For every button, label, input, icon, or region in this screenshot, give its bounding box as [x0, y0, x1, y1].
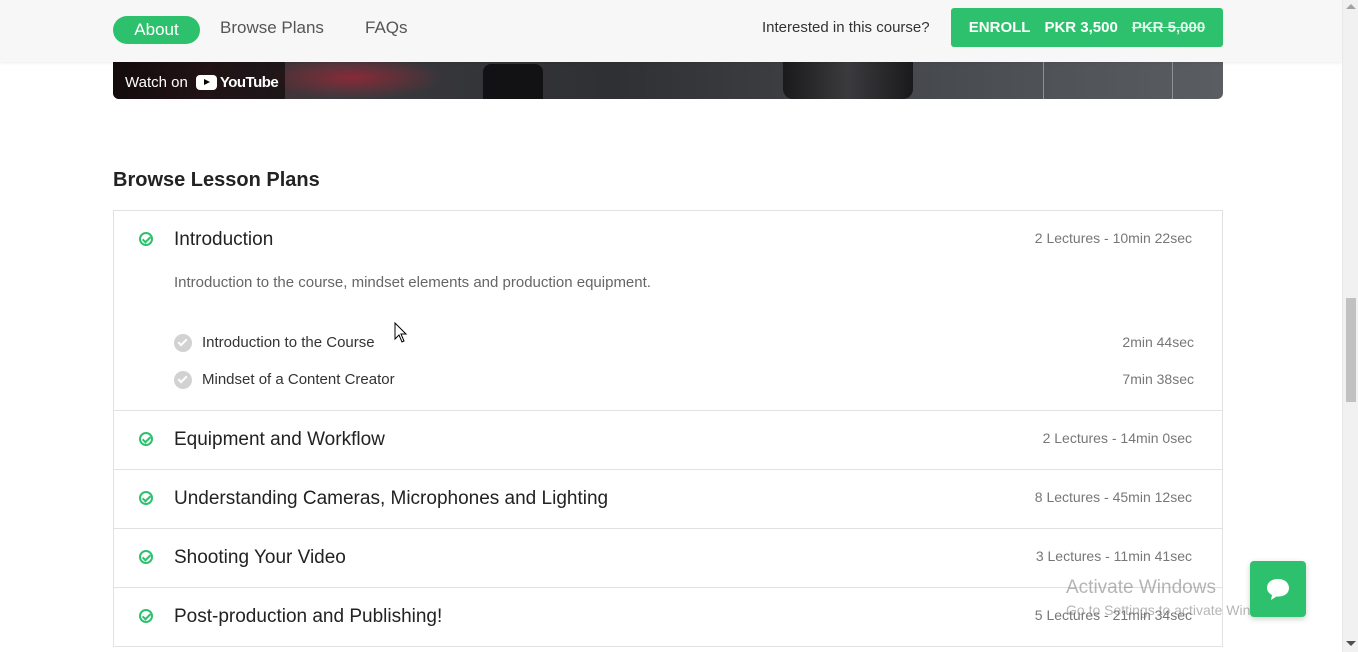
youtube-logo: YouTube: [195, 74, 279, 91]
nav-browse-plans-link[interactable]: Browse Plans: [220, 18, 324, 38]
scroll-down-arrow-icon[interactable]: [1346, 641, 1356, 646]
enroll-price: PKR 3,500: [1044, 19, 1118, 36]
lecture-item[interactable]: Mindset of a Content Creator 7min 38sec: [174, 370, 1194, 390]
lecture-check-icon: [174, 334, 192, 352]
lecture-title: Mindset of a Content Creator: [202, 371, 395, 388]
scrollbar-thumb[interactable]: [1346, 298, 1356, 402]
lesson-plan-title: Introduction: [174, 229, 274, 250]
page: Watch on YouTube About Browse Plans FAQs…: [0, 0, 1358, 652]
check-circle-icon: [139, 432, 153, 446]
chat-bubble-icon: [1267, 579, 1289, 600]
youtube-wordmark: YouTube: [219, 74, 279, 91]
lesson-plan-title: Equipment and Workflow: [174, 429, 385, 450]
lesson-plan-title: Post-production and Publishing!: [174, 606, 443, 627]
mouse-cursor-icon: [394, 322, 408, 343]
lecture-item[interactable]: Introduction to the Course 2min 44sec: [174, 333, 1194, 353]
enroll-button[interactable]: ENROLL PKR 3,500 PKR 5,000: [951, 8, 1223, 47]
lesson-plan-title: Understanding Cameras, Microphones and L…: [174, 488, 609, 509]
youtube-play-icon: [195, 75, 217, 90]
video-embed[interactable]: Watch on YouTube: [113, 56, 1223, 99]
check-circle-icon: [139, 550, 153, 564]
enroll-label: ENROLL: [968, 19, 1031, 36]
interested-label: Interested in this course?: [762, 19, 930, 36]
watch-on-youtube-button[interactable]: Watch on YouTube: [113, 56, 285, 99]
check-circle-icon: [139, 491, 153, 505]
nav-about-tab[interactable]: About: [113, 16, 200, 44]
vertical-scrollbar[interactable]: [1342, 0, 1358, 652]
video-frame-panel: [1043, 56, 1173, 99]
lesson-plan-meta: 3 Lectures - 11min 41sec: [1035, 548, 1192, 564]
lesson-plan-cameras[interactable]: Understanding Cameras, Microphones and L…: [114, 470, 1222, 529]
section-title: Browse Lesson Plans: [113, 169, 320, 191]
video-frame-lens: [783, 56, 913, 99]
lesson-plan-post-production[interactable]: Post-production and Publishing! 5 Lectur…: [114, 588, 1222, 647]
lecture-duration: 2min 44sec: [1122, 334, 1194, 350]
lesson-plan-description: Introduction to the course, mindset elem…: [174, 274, 651, 291]
chat-widget-button[interactable]: [1250, 561, 1306, 617]
check-circle-icon: [139, 232, 153, 246]
watch-on-label: Watch on: [125, 74, 188, 91]
scroll-up-arrow-icon[interactable]: [1346, 4, 1356, 9]
enroll-old-price: PKR 5,000: [1131, 19, 1206, 36]
nav-faqs-link[interactable]: FAQs: [365, 18, 408, 38]
lecture-title: Introduction to the Course: [202, 334, 375, 351]
lesson-plan-title: Shooting Your Video: [174, 547, 346, 568]
lecture-check-icon: [174, 371, 192, 389]
video-frame-glow: [263, 56, 443, 99]
top-nav-bar: About Browse Plans FAQs Interested in th…: [0, 0, 1342, 62]
lesson-plan-meta: 2 Lectures - 14min 0sec: [1042, 430, 1192, 446]
video-frame-object: [483, 64, 543, 99]
lecture-duration: 7min 38sec: [1122, 371, 1194, 387]
lesson-plans-list: Introduction 2 Lectures - 10min 22sec In…: [113, 210, 1223, 647]
lesson-plan-meta: 8 Lectures - 45min 12sec: [1034, 489, 1192, 505]
lesson-plan-meta: 2 Lectures - 10min 22sec: [1034, 230, 1192, 246]
lesson-plan-equipment[interactable]: Equipment and Workflow 2 Lectures - 14mi…: [114, 411, 1222, 470]
lesson-plan-shooting[interactable]: Shooting Your Video 3 Lectures - 11min 4…: [114, 529, 1222, 588]
check-circle-icon: [139, 609, 153, 623]
lesson-plan-introduction[interactable]: Introduction 2 Lectures - 10min 22sec In…: [114, 211, 1222, 411]
